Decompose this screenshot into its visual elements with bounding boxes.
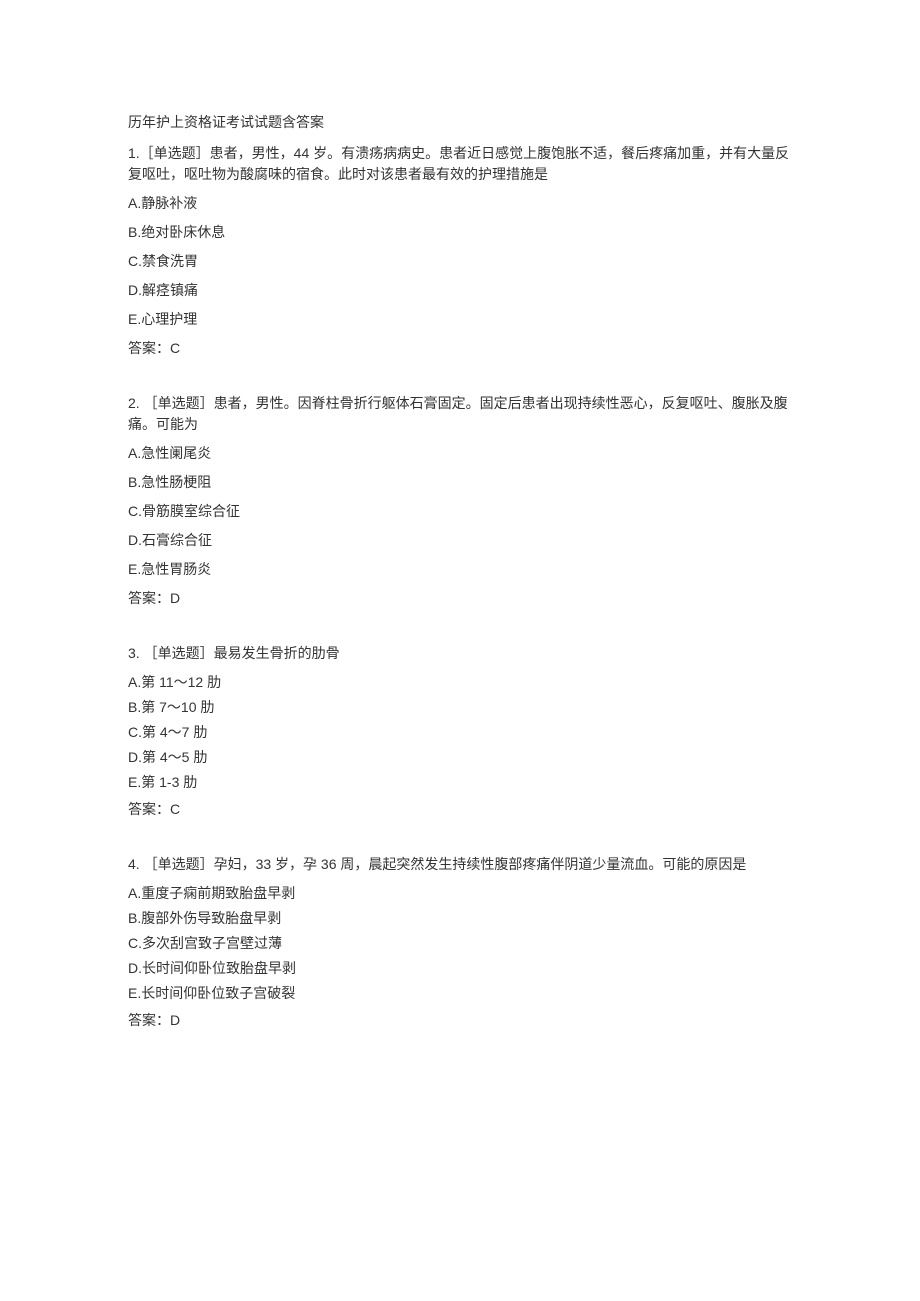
page-title: 历年护上资格证考试试题含答案 (128, 112, 792, 133)
answer: 答案：D (128, 1010, 792, 1031)
question-2: 2. ［单选题］患者，男性。因脊柱骨折行躯体石膏固定。固定后患者出现持续性恶心，… (128, 393, 792, 609)
option-e: E.心理护理 (128, 309, 792, 330)
option-a: A.第 11～12 肋 (128, 672, 792, 693)
option-e: E.第 1-3 肋 (128, 772, 792, 793)
option-a: A.重度子痫前期致胎盘早剥 (128, 883, 792, 904)
question-stem: 4. ［单选题］孕妇，33 岁，孕 36 周，晨起突然发生持续性腹部疼痛伴阴道少… (128, 854, 792, 875)
option-b: B.绝对卧床休息 (128, 222, 792, 243)
option-b: B.急性肠梗阻 (128, 472, 792, 493)
question-stem: 2. ［单选题］患者，男性。因脊柱骨折行躯体石膏固定。固定后患者出现持续性恶心，… (128, 393, 792, 435)
option-d: D.解痉镇痛 (128, 280, 792, 301)
question-1: 1.［单选题］患者，男性，44 岁。有溃疡病病史。患者近日感觉上腹饱胀不适，餐后… (128, 143, 792, 359)
option-c: C.第 4～7 肋 (128, 722, 792, 743)
answer: 答案：C (128, 338, 792, 359)
question-4: 4. ［单选题］孕妇，33 岁，孕 36 周，晨起突然发生持续性腹部疼痛伴阴道少… (128, 854, 792, 1031)
question-stem: 1.［单选题］患者，男性，44 岁。有溃疡病病史。患者近日感觉上腹饱胀不适，餐后… (128, 143, 792, 185)
option-e: E.长时间仰卧位致子宫破裂 (128, 983, 792, 1004)
option-b: B.第 7～10 肋 (128, 697, 792, 718)
option-c: C.骨筋膜室综合征 (128, 501, 792, 522)
answer: 答案：D (128, 588, 792, 609)
option-a: A.静脉补液 (128, 193, 792, 214)
option-a: A.急性阑尾炎 (128, 443, 792, 464)
answer: 答案：C (128, 799, 792, 820)
question-stem: 3. ［单选题］最易发生骨折的肋骨 (128, 643, 792, 664)
option-d: D.第 4～5 肋 (128, 747, 792, 768)
question-3: 3. ［单选题］最易发生骨折的肋骨 A.第 11～12 肋 B.第 7～10 肋… (128, 643, 792, 820)
option-d: D.石膏综合征 (128, 530, 792, 551)
option-d: D.长时间仰卧位致胎盘早剥 (128, 958, 792, 979)
option-c: C.多次刮宫致子宫壁过薄 (128, 933, 792, 954)
option-b: B.腹部外伤导致胎盘早剥 (128, 908, 792, 929)
option-e: E.急性胃肠炎 (128, 559, 792, 580)
page-container: 历年护上资格证考试试题含答案 1.［单选题］患者，男性，44 岁。有溃疡病病史。… (0, 0, 920, 1301)
option-c: C.禁食洗胃 (128, 251, 792, 272)
